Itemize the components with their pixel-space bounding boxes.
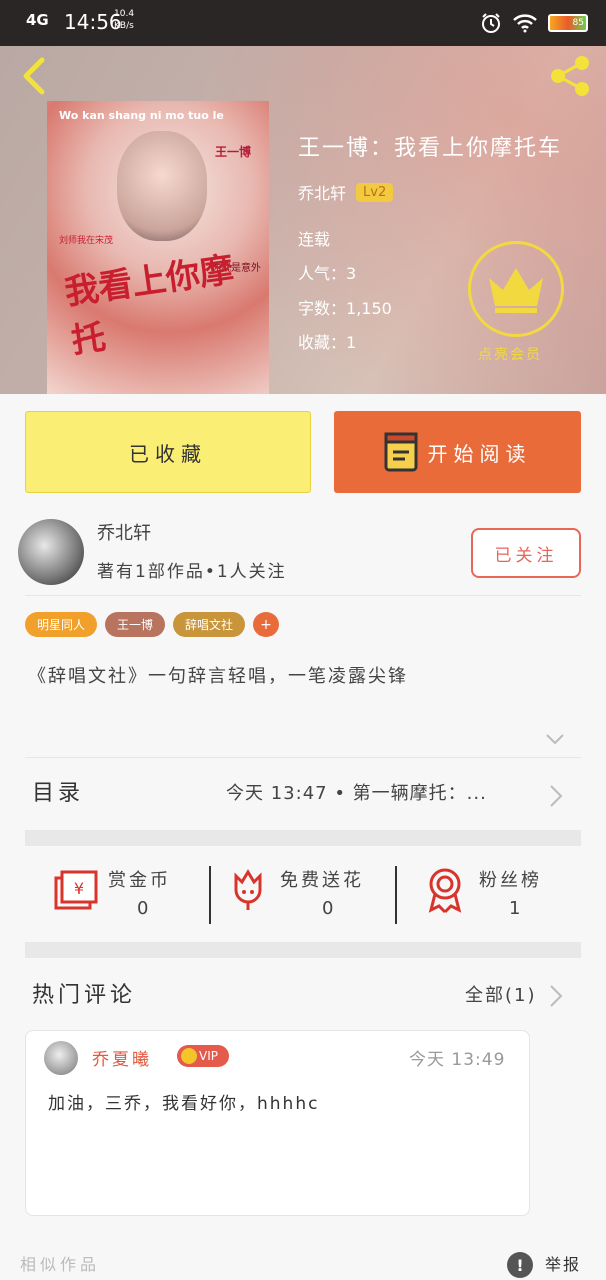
author-name[interactable]: 乔北轩: [97, 519, 151, 545]
battery-icon: 85: [548, 14, 588, 32]
section-separator: [25, 942, 581, 958]
book-collects: 收藏：1: [298, 329, 356, 353]
send-flower-label[interactable]: 免费送花: [280, 866, 364, 892]
similar-works-label: 相似作品: [20, 1255, 101, 1274]
vip-badge: VIP: [177, 1045, 229, 1067]
collects-label: 收藏：: [298, 333, 347, 352]
section-separator: [25, 830, 581, 846]
book-author-row: 乔北轩 Lv2: [298, 180, 394, 204]
follow-label: 已关注: [494, 545, 558, 566]
status-icons: 85: [480, 12, 588, 34]
network-indicator: 4G: [26, 11, 49, 29]
collects-value: 1: [346, 333, 357, 352]
popularity-label: 人气：: [298, 264, 347, 283]
author-avatar[interactable]: [18, 519, 84, 585]
stat-divider: [395, 866, 397, 924]
report-button[interactable]: 举报: [545, 1251, 581, 1275]
cover-portrait: [117, 131, 207, 241]
book-icon: [384, 432, 417, 472]
book-word-count: 字数：1,150: [298, 295, 392, 319]
cover-big-title: 我看上你摩托: [62, 249, 237, 362]
battery-level: 85: [572, 18, 584, 28]
report-icon[interactable]: !: [507, 1252, 533, 1278]
alarm-icon: [482, 13, 500, 33]
tip-coins-value: 0: [137, 898, 149, 919]
vip-badge-label: VIP: [199, 1049, 218, 1063]
comment-time: 今天 13:49: [409, 1050, 506, 1070]
medal-icon[interactable]: [421, 866, 469, 914]
fan-rank-value: 1: [509, 898, 521, 919]
add-tag-button[interactable]: +: [253, 612, 280, 637]
chevron-right-icon[interactable]: [548, 983, 564, 1009]
start-reading-button[interactable]: 开始阅读: [334, 411, 581, 493]
tip-coins-label[interactable]: 赏金币: [108, 866, 171, 892]
tag-item[interactable]: 王一博: [105, 612, 166, 637]
network-speed: 10.4 KB/s: [114, 9, 135, 31]
level-badge: Lv2: [356, 182, 394, 202]
book-title: 王一博：我看上你摩托车: [298, 136, 563, 161]
comment-text: 加油，三乔，我看好你，hhhhc: [48, 1094, 320, 1114]
book-author[interactable]: 乔北轩: [298, 180, 346, 204]
all-comments-link[interactable]: 全部(1): [465, 981, 537, 1007]
hot-comments-label: 热门评论: [32, 983, 137, 1008]
tag-item[interactable]: 辞唱文社: [173, 612, 246, 637]
chevron-down-icon[interactable]: [545, 731, 565, 747]
words-value: 1,150: [346, 299, 392, 318]
favorite-label: 已收藏: [129, 441, 207, 466]
popularity-value: 3: [346, 264, 357, 283]
status-bar: 4G 14:56 10.4 KB/s 85: [0, 0, 606, 46]
divider: [25, 595, 581, 596]
book-popularity: 人气：3: [298, 260, 356, 284]
flower-icon[interactable]: [224, 866, 272, 914]
fan-rank-label[interactable]: 粉丝榜: [479, 866, 542, 892]
divider: [25, 757, 581, 758]
crown-icon: [489, 268, 543, 313]
share-icon[interactable]: [546, 54, 594, 98]
vip-crown-button[interactable]: [468, 241, 564, 337]
stat-divider: [209, 866, 211, 924]
favorite-button[interactable]: 已收藏: [25, 411, 311, 493]
book-header: Wo kan shang ni mo tuo le 王一博 刘师我在宋茂 你就是…: [0, 46, 606, 394]
cover-small-text: 刘师我在宋茂: [59, 236, 114, 246]
commenter-avatar[interactable]: [44, 1041, 78, 1075]
vip-label[interactable]: 点亮会员: [478, 344, 542, 364]
red-envelope-icon[interactable]: ¥: [52, 866, 100, 914]
follow-button[interactable]: 已关注: [471, 528, 581, 578]
cover-author-mark: 王一博: [214, 145, 251, 159]
author-subtitle: 著有1部作品•1人关注: [97, 562, 287, 582]
wifi-icon: [513, 14, 537, 33]
tag-list: 明星同人 王一博 辞唱文社 +: [25, 612, 280, 637]
svg-text:¥: ¥: [74, 879, 84, 898]
cover-subtitle: Wo kan shang ni mo tuo le: [59, 109, 224, 122]
back-arrow-icon[interactable]: [16, 56, 52, 96]
chevron-right-icon[interactable]: [548, 783, 564, 809]
book-cover[interactable]: Wo kan shang ni mo tuo le 王一博 刘师我在宋茂 你就是…: [47, 101, 269, 394]
commenter-name[interactable]: 乔夏曦: [92, 1045, 152, 1070]
read-label: 开始阅读: [427, 441, 532, 466]
catalog-label[interactable]: 目录: [32, 775, 84, 807]
coin-icon: [181, 1048, 197, 1064]
words-label: 字数：: [298, 299, 347, 318]
book-status: 连载: [298, 230, 331, 249]
status-time: 14:56: [64, 10, 122, 34]
comment-card[interactable]: 乔夏曦 VIP 今天 13:49 加油，三乔，我看好你，hhhhc: [25, 1030, 530, 1216]
tag-item[interactable]: 明星同人: [25, 612, 98, 637]
catalog-latest-chapter[interactable]: 今天 13:47 • 第一辆摩托：...: [226, 779, 526, 805]
send-flower-value: 0: [322, 898, 334, 919]
book-description: 《辞唱文社》一句辞言轻唱，一笔凌露尖锋: [28, 666, 408, 687]
